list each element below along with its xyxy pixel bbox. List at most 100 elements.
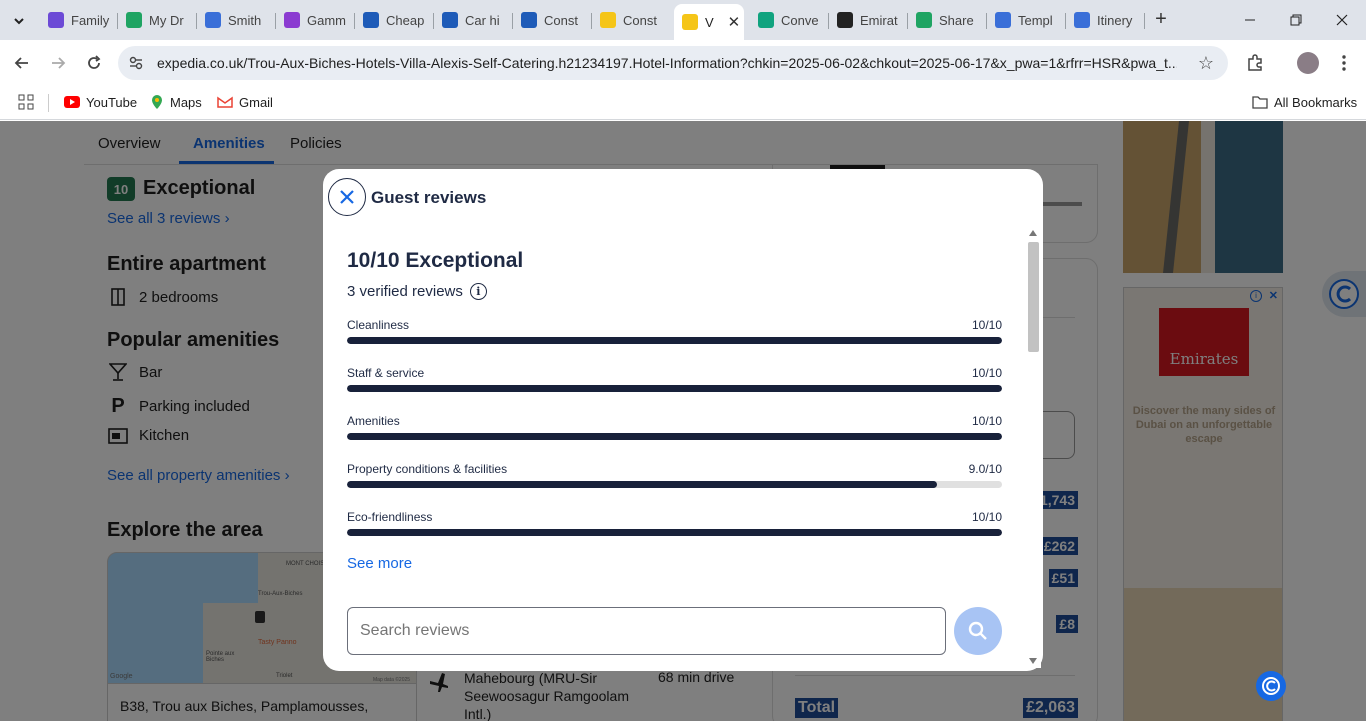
close-icon (340, 190, 354, 204)
tab-label: V (705, 14, 714, 30)
hotel-icon (442, 12, 458, 28)
browser-tab[interactable]: Itinery (1066, 6, 1145, 34)
tab-separator (1144, 13, 1145, 29)
gamma-icon (284, 12, 300, 28)
search-reviews-input[interactable] (347, 607, 946, 655)
docs-icon (1074, 12, 1090, 28)
chevron-down-icon (14, 18, 24, 25)
maps-icon (150, 94, 164, 110)
browser-tab[interactable]: Conve (750, 6, 829, 34)
browser-tab[interactable]: Family (40, 6, 118, 34)
reload-icon (88, 55, 101, 69)
tab-label: Templ (1018, 12, 1053, 28)
browser-tab[interactable]: My Dr (118, 6, 197, 34)
hotel-icon (521, 12, 537, 28)
close-dialog-button[interactable] (328, 178, 366, 216)
close-window-button[interactable] (1322, 8, 1362, 32)
search-icon (968, 621, 987, 640)
rating-bar (347, 433, 1002, 440)
bookmark-gmail[interactable]: Gmail (217, 92, 273, 112)
menu-button[interactable] (1332, 51, 1356, 75)
arrow-left-icon (14, 57, 28, 69)
browser-toolbar: expedia.co.uk/Trou-Aux-Biches-Hotels-Vil… (0, 40, 1366, 86)
verified-reviews: 3 verified reviews i (347, 283, 487, 300)
rating-bar-fill (347, 337, 1002, 344)
all-bookmarks-button[interactable]: All Bookmarks (1252, 92, 1357, 112)
profile-button[interactable] (1296, 51, 1320, 75)
minimize-icon (1245, 19, 1255, 21)
drive-icon (126, 12, 142, 28)
folder-icon (1252, 95, 1268, 109)
info-icon[interactable]: i (469, 283, 487, 300)
browser-tab[interactable]: Emirat (829, 6, 908, 34)
hotel-icon (363, 12, 379, 28)
expedia-icon (600, 12, 616, 28)
tab-label: Share (939, 12, 974, 28)
browser-tab[interactable]: Share (908, 6, 987, 34)
scroll-up-arrow[interactable] (1029, 230, 1037, 236)
gmail-icon (217, 96, 233, 108)
rating-value: 10/10 (971, 414, 1002, 428)
apps-button[interactable] (18, 92, 34, 112)
browser-tab[interactable]: Car hi (434, 6, 513, 34)
browser-tab[interactable]: Const (592, 6, 671, 34)
bookmark-star-icon[interactable]: ☆ (1198, 53, 1214, 74)
bookmark-label: Gmail (239, 94, 273, 110)
browser-tab[interactable]: Smith (197, 6, 276, 34)
see-more-link[interactable]: See more (347, 555, 412, 572)
minimize-button[interactable] (1230, 8, 1270, 32)
rating-label: Eco-friendliness (347, 510, 433, 524)
rating-row: Eco-friendliness 10/10 (347, 510, 1002, 540)
expedia-icon (682, 14, 698, 30)
browser-tab[interactable]: Templ (987, 6, 1066, 34)
browser-tab[interactable]: Const (513, 6, 592, 34)
docs-icon (205, 12, 221, 28)
tab-label: My Dr (149, 12, 184, 28)
dialog-scrollbar[interactable] (1026, 228, 1041, 668)
all-bookmarks-label: All Bookmarks (1274, 94, 1358, 110)
rating-label: Staff & service (347, 366, 425, 380)
kebab-menu-icon (1342, 55, 1346, 71)
restore-button[interactable] (1276, 8, 1316, 32)
puzzle-icon (1248, 54, 1262, 71)
overall-score: 10/10 Exceptional (347, 249, 524, 272)
reload-button[interactable] (80, 49, 108, 77)
verified-count: 3 verified reviews (347, 283, 463, 300)
youtube-icon (64, 96, 80, 108)
close-icon (1336, 14, 1348, 26)
drive-icon (916, 12, 932, 28)
browser-tab[interactable]: V ✕ (674, 4, 744, 40)
browser-tab[interactable]: Gamm (276, 6, 355, 34)
openai-icon (837, 12, 853, 28)
rating-bar (347, 385, 1002, 392)
tab-search-button[interactable] (6, 8, 32, 34)
tab-label: Itinery (1097, 12, 1133, 28)
app-icon (48, 12, 64, 28)
rating-label: Property conditions & facilities (347, 462, 508, 476)
assistant-fab[interactable] (1256, 671, 1286, 701)
apps-grid-icon (18, 94, 34, 110)
scroll-down-arrow[interactable] (1029, 658, 1037, 664)
new-tab-button[interactable]: + (1150, 9, 1172, 31)
arrow-right-icon (52, 57, 66, 69)
back-button[interactable] (8, 49, 36, 77)
browser-tab[interactable]: Cheap (355, 6, 434, 34)
bookmark-maps[interactable]: Maps (150, 92, 202, 112)
scroll-thumb[interactable] (1028, 242, 1039, 352)
address-bar[interactable]: expedia.co.uk/Trou-Aux-Biches-Hotels-Vil… (118, 46, 1228, 80)
restore-icon (1290, 14, 1302, 26)
tab-label: Emirat (860, 12, 898, 28)
rating-bar-fill (347, 385, 1002, 392)
url-text[interactable]: expedia.co.uk/Trou-Aux-Biches-Hotels-Vil… (157, 55, 1177, 71)
tab-label: Car hi (465, 12, 500, 28)
close-tab-icon[interactable]: ✕ (728, 13, 741, 31)
rating-row: Staff & service 10/10 (347, 366, 1002, 396)
extensions-button[interactable] (1243, 51, 1267, 75)
bookmark-youtube[interactable]: YouTube (64, 92, 137, 112)
bookmark-label: Maps (170, 94, 202, 110)
bookmark-label: YouTube (86, 94, 138, 110)
tab-strip: Family My Dr Smith Gamm Cheap Car hi Const Cons… (0, 0, 1366, 40)
tab-label: Const (623, 12, 657, 28)
forward-button[interactable] (44, 49, 72, 77)
search-reviews-button[interactable] (954, 607, 1002, 655)
